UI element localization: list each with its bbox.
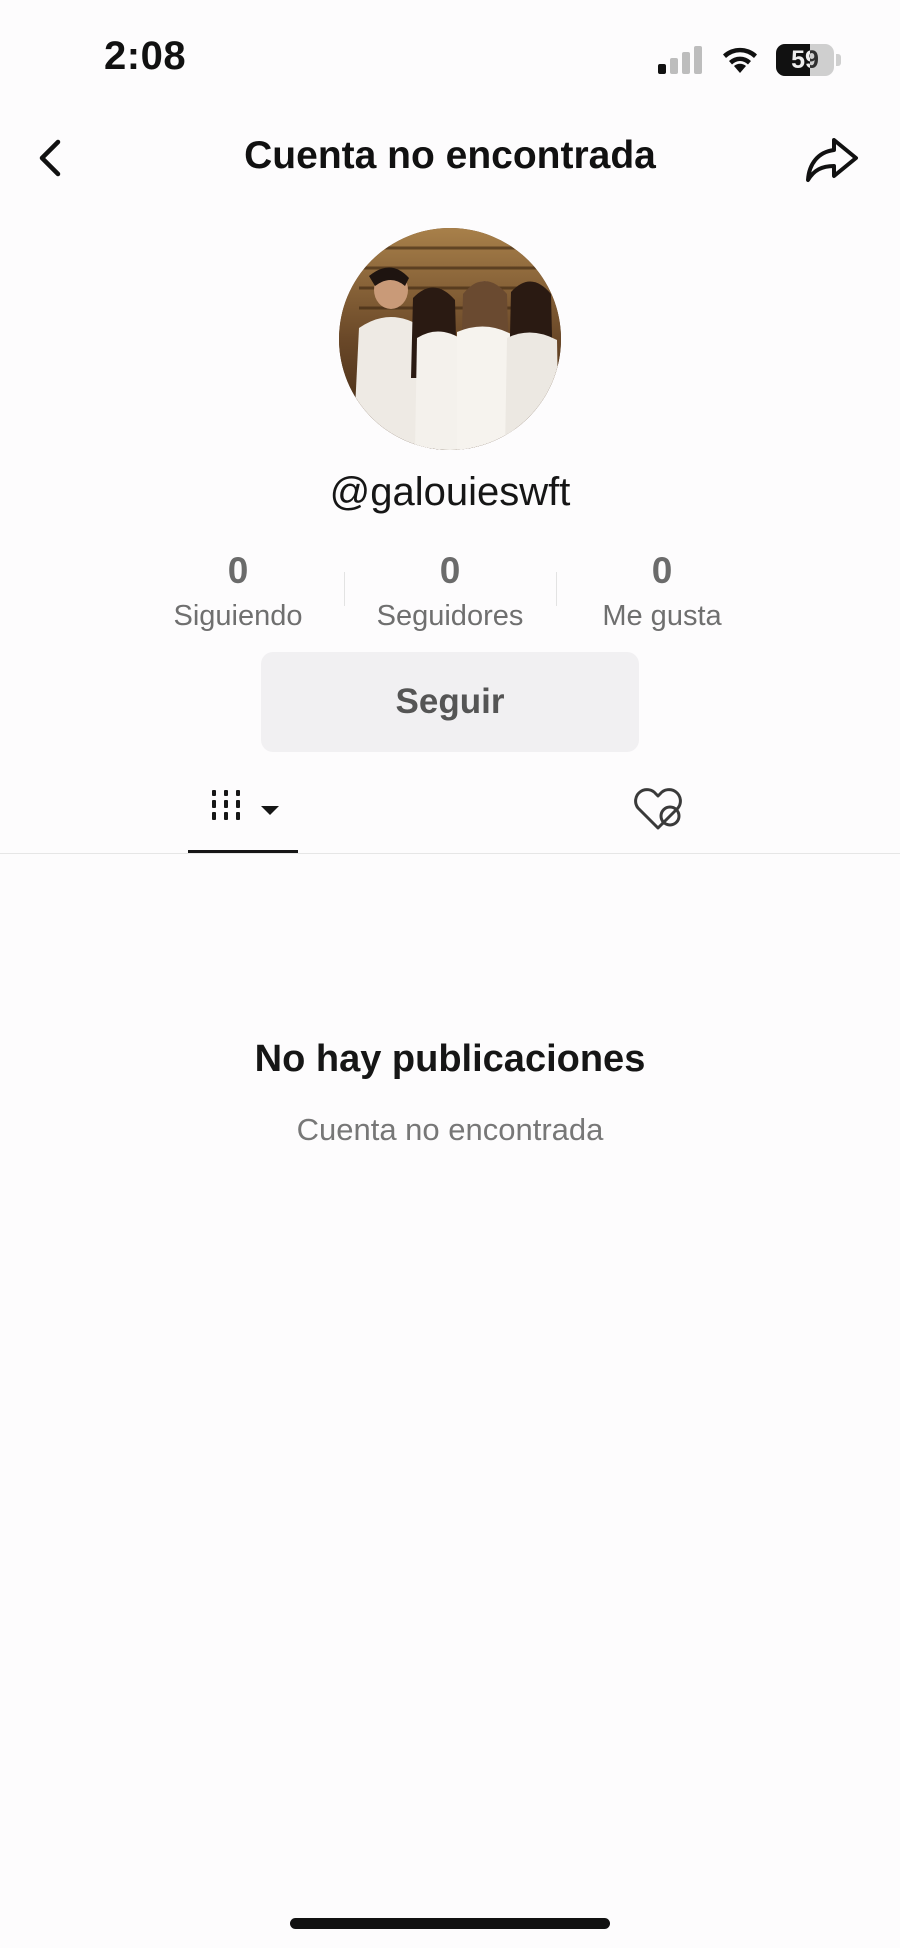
stat-value: 0 — [227, 550, 249, 591]
status-time: 2:08 — [104, 34, 187, 78]
cellular-signal-icon — [658, 46, 702, 74]
stat-value: 0 — [651, 550, 673, 591]
tab-videos[interactable] — [188, 770, 298, 854]
chevron-left-icon — [39, 139, 61, 177]
home-indicator[interactable] — [290, 1918, 610, 1929]
grid-icon — [212, 790, 240, 820]
avatar[interactable] — [339, 228, 561, 450]
liked-hidden-icon — [634, 788, 682, 830]
battery-icon: 59 — [776, 44, 842, 76]
page-title: Cuenta no encontrada — [244, 134, 656, 177]
battery-percent: 59 — [791, 46, 819, 74]
empty-state-title: No hay publicaciones — [254, 1038, 646, 1080]
tab-videos-icons — [212, 790, 279, 820]
stat-label: Seguidores — [376, 600, 524, 632]
stat-followers[interactable]: 0 Seguidores — [344, 550, 556, 633]
follow-button[interactable]: Seguir — [261, 652, 639, 752]
share-arrow-icon — [806, 138, 858, 182]
wifi-icon — [723, 47, 757, 73]
empty-state-subtitle: Cuenta no encontrada — [296, 1112, 604, 1147]
back-button[interactable] — [30, 130, 74, 186]
tab-liked[interactable] — [620, 770, 700, 854]
stat-likes[interactable]: 0 Me gusta — [556, 550, 768, 633]
username: @galouieswft — [329, 470, 571, 514]
stat-label: Me gusta — [602, 600, 722, 632]
tabs-divider — [0, 853, 900, 854]
stat-value: 0 — [439, 550, 461, 591]
stat-label: Siguiendo — [173, 600, 303, 632]
stat-following[interactable]: 0 Siguiendo — [132, 550, 344, 633]
group-photo-avatar — [339, 228, 561, 450]
share-button[interactable] — [800, 130, 864, 186]
caret-down-icon — [261, 806, 279, 815]
